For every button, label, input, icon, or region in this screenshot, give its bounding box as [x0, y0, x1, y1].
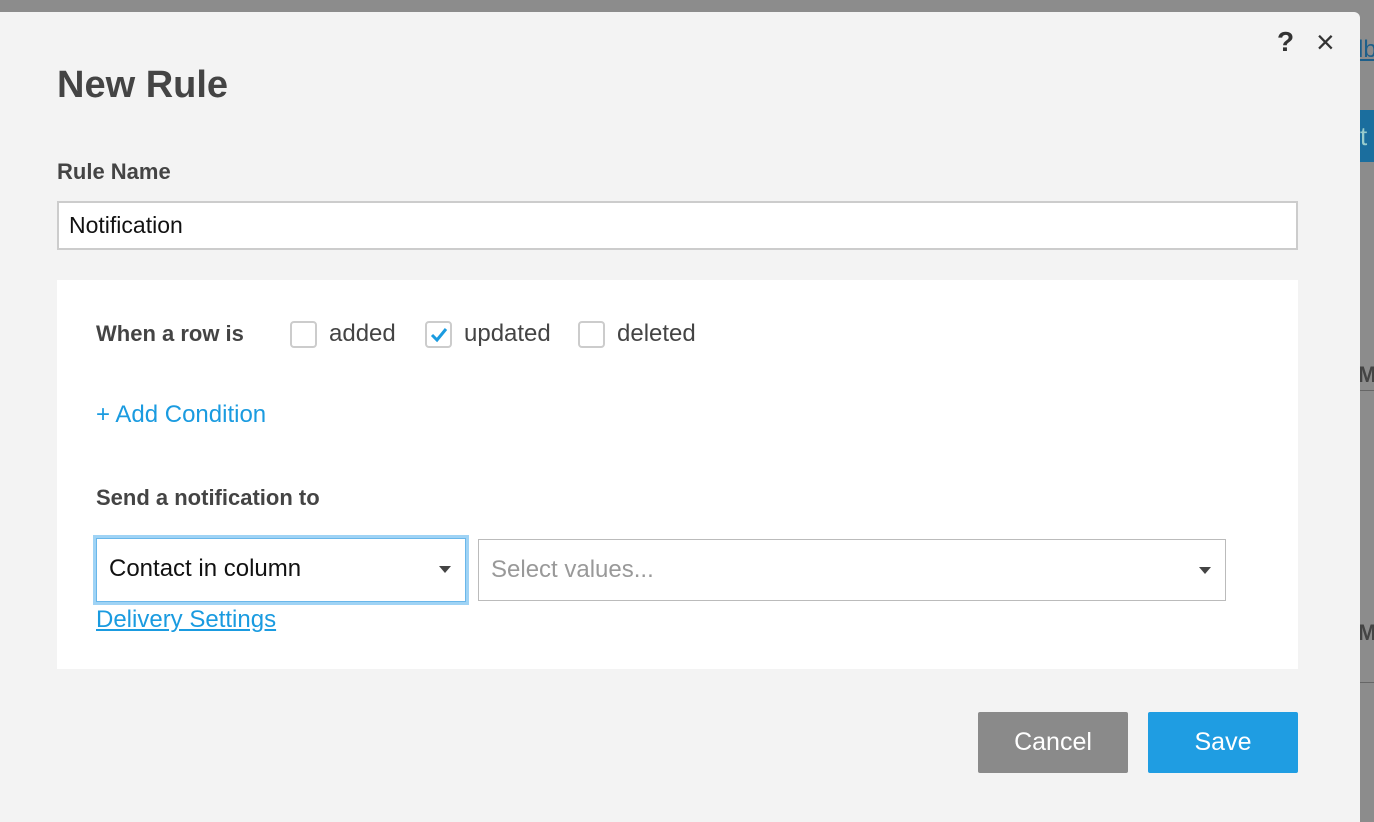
background-divider: [1360, 390, 1374, 391]
trigger-label: When a row is: [96, 321, 244, 346]
close-icon[interactable]: ×: [1316, 24, 1335, 61]
checkbox-deleted[interactable]: deleted: [578, 320, 696, 348]
select-value: Contact in column: [109, 555, 302, 582]
checkbox-label: deleted: [617, 320, 696, 347]
rule-name-input[interactable]: Notification: [57, 201, 1298, 250]
background-row-text: M: [1358, 620, 1374, 645]
recipient-type-select[interactable]: Contact in column: [96, 538, 466, 602]
chevron-down-icon: [439, 566, 451, 573]
background-divider: [1360, 682, 1374, 683]
chevron-down-icon: [1199, 567, 1211, 574]
checkbox-box[interactable]: [290, 320, 317, 348]
rule-settings-panel: When a row is added updated deleted + Ad…: [57, 280, 1298, 669]
add-condition-link[interactable]: + Add Condition: [96, 401, 266, 429]
rule-name-label: Rule Name: [57, 159, 171, 184]
background-link: lb: [1358, 36, 1374, 63]
cancel-button[interactable]: Cancel: [978, 712, 1128, 773]
save-button[interactable]: Save: [1148, 712, 1298, 773]
checkbox-added[interactable]: added: [290, 320, 396, 348]
background-button: t: [1360, 110, 1374, 162]
new-rule-dialog: ? × New Rule Rule Name Notification When…: [0, 12, 1360, 822]
send-to-label: Send a notification to: [96, 485, 320, 510]
help-icon[interactable]: ?: [1277, 26, 1294, 58]
checkmark-icon: [430, 327, 448, 342]
recipient-values-select[interactable]: Select values...: [478, 539, 1226, 601]
checkbox-box[interactable]: [425, 320, 452, 348]
checkbox-box[interactable]: [578, 320, 605, 348]
select-placeholder: Select values...: [491, 556, 654, 583]
checkbox-label: added: [329, 320, 396, 347]
checkbox-updated[interactable]: updated: [425, 320, 551, 348]
checkbox-label: updated: [464, 320, 551, 347]
dialog-title: New Rule: [57, 64, 229, 106]
background-row-text: M: [1358, 362, 1374, 387]
delivery-settings-link[interactable]: Delivery Settings: [96, 606, 276, 634]
